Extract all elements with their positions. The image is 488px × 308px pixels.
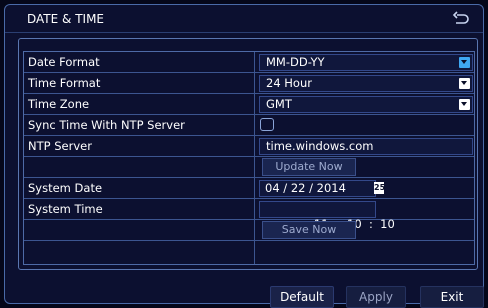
ntp-sync-cell bbox=[256, 115, 474, 135]
save-now-cell: Save Now bbox=[256, 220, 474, 240]
system-date-label: System Date bbox=[24, 178, 255, 198]
ntp-server-value: time.windows.com bbox=[266, 139, 374, 153]
ntp-server-label: NTP Server bbox=[24, 136, 255, 156]
chevron-down-icon[interactable] bbox=[459, 57, 470, 68]
time-zone-label: Time Zone bbox=[24, 94, 255, 114]
date-format-label: Date Format bbox=[24, 52, 255, 72]
empty-value-cell bbox=[256, 241, 474, 261]
update-now-cell: Update Now bbox=[256, 157, 474, 177]
ntp-sync-checkbox[interactable] bbox=[260, 118, 274, 131]
system-date-cell: 04 / 22 / 2014 25 bbox=[256, 178, 474, 198]
settings-grid: Date Format MM-DD-YY Time Format 24 Hour bbox=[23, 51, 475, 265]
empty-label-cell bbox=[24, 220, 255, 240]
date-spin-icon[interactable]: 25 bbox=[374, 182, 385, 194]
row-empty bbox=[24, 241, 474, 264]
system-date-input[interactable]: 04 / 22 / 2014 bbox=[259, 180, 376, 197]
update-now-button[interactable]: Update Now bbox=[262, 158, 356, 176]
chevron-down-icon[interactable] bbox=[459, 78, 470, 89]
empty-label-cell bbox=[24, 157, 255, 177]
time-zone-cell: GMT bbox=[256, 94, 474, 114]
system-time-cell: 11 : 10 : 10 bbox=[256, 199, 474, 231]
row-ntp-server: NTP Server time.windows.com bbox=[24, 136, 474, 157]
row-date-format: Date Format MM-DD-YY bbox=[24, 52, 474, 73]
time-format-cell: 24 Hour bbox=[256, 73, 474, 93]
time-format-label: Time Format bbox=[24, 73, 255, 93]
apply-button[interactable]: Apply bbox=[346, 286, 406, 308]
settings-panel: Date Format MM-DD-YY Time Format 24 Hour bbox=[18, 38, 478, 270]
row-time-zone: Time Zone GMT bbox=[24, 94, 474, 115]
empty-label-cell bbox=[24, 241, 255, 264]
time-format-value: 24 Hour bbox=[266, 76, 312, 90]
date-format-cell: MM-DD-YY bbox=[256, 52, 474, 72]
system-time-input[interactable]: 11 : 10 : 10 bbox=[259, 201, 395, 231]
window-title: DATE & TIME bbox=[27, 12, 105, 26]
system-time-label: System Time bbox=[24, 199, 255, 219]
row-system-time: System Time 11 : 10 : 10 bbox=[24, 199, 474, 231]
time-format-dropdown[interactable]: 24 Hour bbox=[259, 75, 473, 92]
time-zone-dropdown[interactable]: GMT bbox=[259, 96, 473, 113]
date-time-window: DATE & TIME Date Format MM-DD-YY Time Fo… bbox=[4, 4, 484, 308]
time-zone-value: GMT bbox=[266, 97, 292, 111]
date-format-value: MM-DD-YY bbox=[266, 55, 325, 69]
ntp-server-cell: time.windows.com bbox=[256, 136, 474, 156]
title-bar: DATE & TIME bbox=[5, 5, 483, 33]
chevron-down-icon[interactable] bbox=[459, 99, 470, 110]
row-system-date: System Date 04 / 22 / 2014 25 bbox=[24, 178, 474, 199]
ntp-server-input[interactable]: time.windows.com bbox=[259, 138, 473, 155]
row-save-now: Save Now bbox=[24, 220, 474, 241]
return-arrow-icon[interactable] bbox=[451, 10, 471, 28]
row-update-now: Update Now bbox=[24, 157, 474, 178]
system-date-value: 04 / 22 / 2014 bbox=[265, 181, 346, 195]
row-ntp-sync: Sync Time With NTP Server bbox=[24, 115, 474, 136]
ntp-sync-label: Sync Time With NTP Server bbox=[24, 115, 255, 135]
row-time-format: Time Format 24 Hour bbox=[24, 73, 474, 94]
default-button[interactable]: Default bbox=[270, 286, 334, 308]
save-now-button[interactable]: Save Now bbox=[262, 221, 356, 239]
date-format-dropdown[interactable]: MM-DD-YY bbox=[259, 54, 473, 71]
exit-button[interactable]: Exit bbox=[420, 286, 484, 308]
